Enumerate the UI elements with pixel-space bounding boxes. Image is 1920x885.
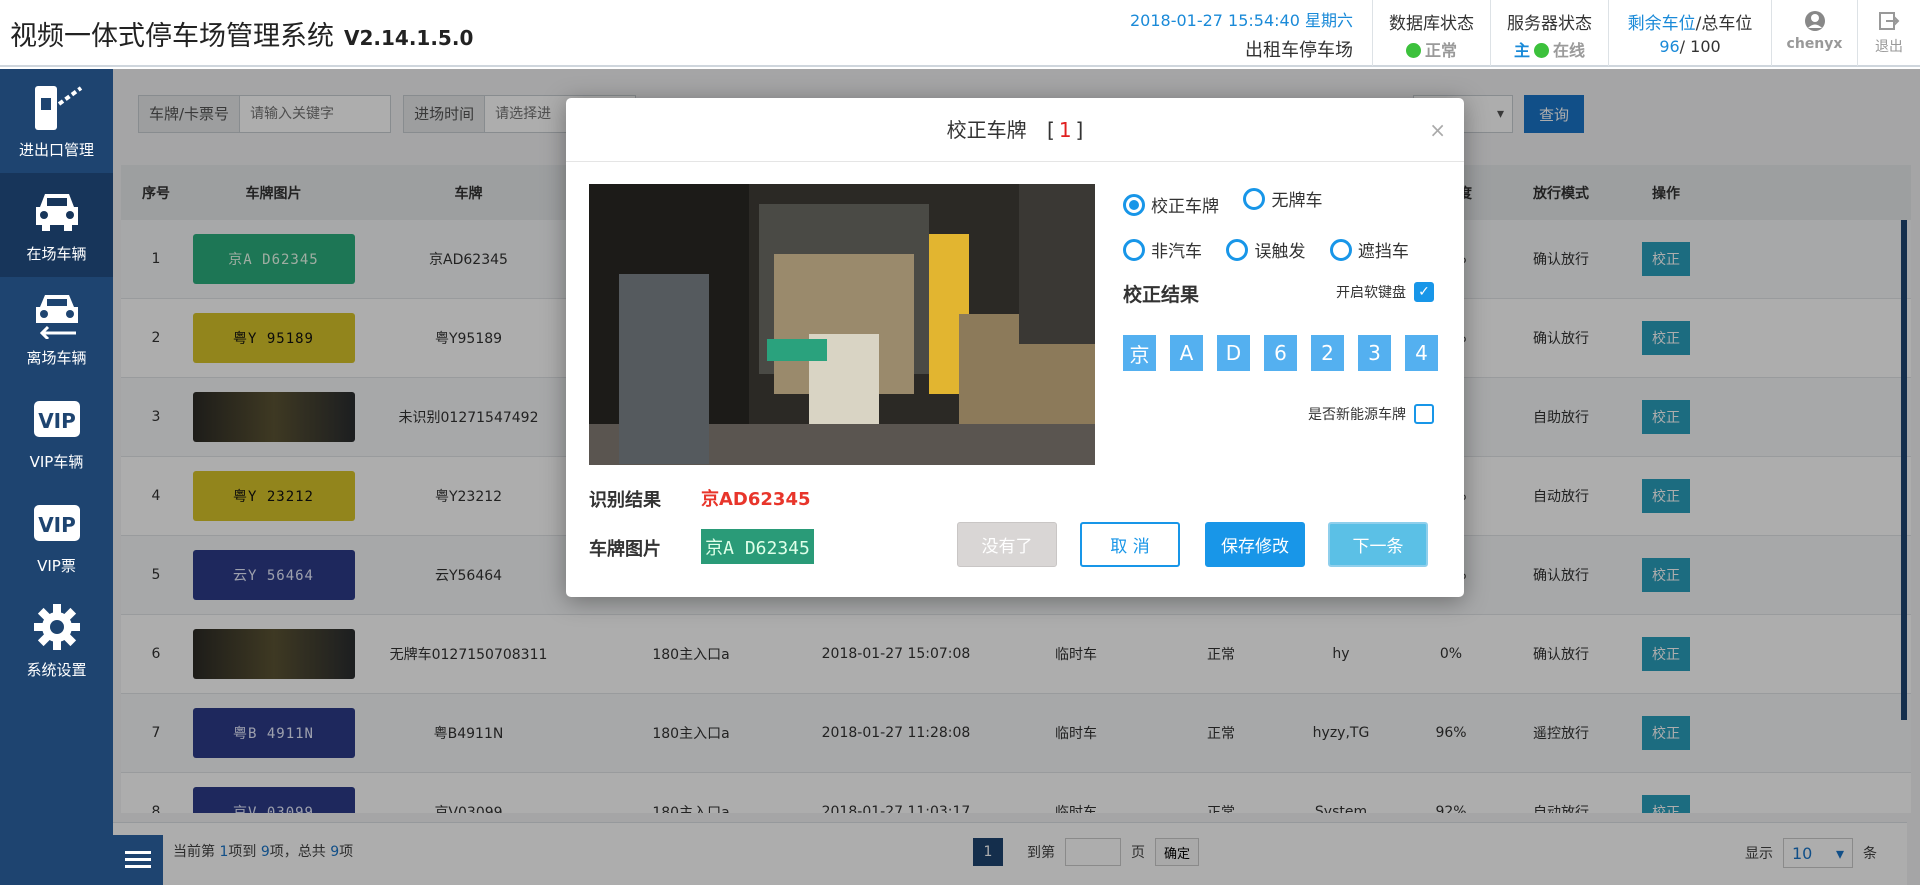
server-status: 服务器状态 主 在线 (1490, 0, 1608, 66)
logout-icon (1858, 10, 1920, 36)
db-status-dot-icon (1405, 43, 1421, 58)
checkbox-checked-icon[interactable]: ✓ (1414, 282, 1434, 302)
top-bar: 视频一体式停车场管理系统 V2.14.1.5.0 2018-01-27 15:54… (0, 0, 1920, 67)
soft-keyboard-label: 开启软键盘 (1336, 285, 1406, 301)
app-title: 视频一体式停车场管理系统 V2.14.1.5.0 (10, 14, 473, 53)
recognition-label: 识别结果 (589, 490, 661, 511)
plate-char-box[interactable]: 4 (1405, 335, 1438, 371)
new-energy-label: 是否新能源车牌 (1308, 407, 1406, 423)
cancel-button[interactable]: 取 消 (1080, 522, 1180, 567)
vip-icon: VIP (0, 393, 113, 445)
sidebar-item-departed-vehicles[interactable]: 离场车辆 (0, 277, 113, 381)
pending-count: 1 (1058, 118, 1072, 142)
plate-char-box[interactable]: 6 (1264, 335, 1297, 371)
dialog-header: 校正车牌 [1] × (566, 98, 1464, 162)
user-avatar-icon (1772, 10, 1857, 36)
spaces-total-label: /总车位 (1695, 14, 1753, 34)
server-status-value: 在线 (1553, 41, 1586, 60)
plate-image-label: 车牌图片 (589, 539, 661, 560)
next-record-button[interactable]: 下一条 (1328, 522, 1428, 567)
option-no-plate[interactable]: 无牌车 (1243, 186, 1322, 211)
hamburger-menu-icon (125, 851, 151, 868)
option-label: 非汽车 (1151, 242, 1202, 262)
plate-crop-image: 京A D62345 (701, 529, 814, 564)
radio-icon (1329, 238, 1352, 261)
correction-options: 校正车牌 无牌车 非汽车 误触发 遮挡车 (1123, 186, 1443, 282)
option-non-vehicle[interactable]: 非汽车 (1123, 237, 1202, 262)
plate-char-box[interactable]: 3 (1358, 335, 1391, 371)
db-status: 数据库状态 正常 (1372, 0, 1490, 66)
sidebar: 进出口管理 在场车辆 离场车辆 VIP VIP车辆 VIP VIP票 系统设置 (0, 69, 113, 885)
logout-label: 退出 (1875, 39, 1903, 55)
sidebar-item-system-settings[interactable]: 系统设置 (0, 589, 113, 693)
sidebar-item-vip-vehicles[interactable]: VIP VIP车辆 (0, 381, 113, 485)
gate-barrier-icon (0, 81, 113, 133)
current-datetime: 2018-01-27 15:54:40 星期六 (1129, 11, 1353, 30)
svg-text:VIP: VIP (38, 409, 76, 433)
plate-char-box[interactable]: D (1217, 335, 1250, 371)
car-icon (0, 185, 113, 237)
bracket-close: ] (1075, 118, 1084, 142)
sidebar-item-label: 在场车辆 (26, 245, 87, 263)
option-label: 误触发 (1254, 242, 1306, 262)
no-more-button[interactable]: 没有了 (957, 522, 1057, 567)
app-version: V2.14.1.5.0 (344, 26, 474, 50)
server-status-dot-icon (1534, 43, 1549, 58)
checkbox-icon[interactable] (1414, 404, 1434, 424)
menu-toggle-button[interactable] (113, 835, 163, 885)
spaces-total-value: / 100 (1679, 37, 1721, 56)
sidebar-item-gate-management[interactable]: 进出口管理 (0, 69, 113, 173)
parking-lot-name: 出租车停车场 (1245, 40, 1353, 61)
db-status-label: 数据库状态 (1389, 14, 1474, 34)
option-false-trigger[interactable]: 误触发 (1226, 237, 1305, 262)
plate-char-box[interactable]: A (1170, 335, 1203, 371)
new-energy-toggle[interactable]: 是否新能源车牌 (1308, 404, 1434, 424)
radio-icon (1123, 238, 1145, 261)
close-icon[interactable]: × (1429, 98, 1446, 162)
app-title-text: 视频一体式停车场管理系统 (10, 21, 334, 52)
correction-result-title: 校正结果 (1123, 284, 1200, 306)
vip-ticket-icon: VIP (0, 497, 113, 549)
correct-plate-dialog: 校正车牌 [1] × 校正车牌 无牌车 非汽车 误触发 遮挡车 校正结果 开启软… (566, 98, 1464, 597)
server-role: 主 (1513, 41, 1530, 60)
recognition-value: 京AD62345 (701, 489, 811, 510)
option-blocked-vehicle[interactable]: 遮挡车 (1329, 237, 1409, 262)
plate-char-box[interactable]: 2 (1311, 335, 1344, 371)
bracket-open: [ (1047, 118, 1055, 142)
plate-characters: 京AD6234 (1123, 335, 1438, 371)
option-label: 校正车牌 (1151, 197, 1219, 217)
sidebar-item-label: 进出口管理 (18, 141, 94, 159)
radio-selected-icon (1123, 193, 1145, 216)
spaces-remaining-value: 96 (1659, 37, 1680, 56)
sidebar-item-vip-ticket[interactable]: VIP VIP票 (0, 485, 113, 589)
logout-button[interactable]: 退出 (1857, 0, 1920, 66)
sidebar-item-label: VIP车辆 (29, 453, 84, 471)
user-menu[interactable]: chenyx (1771, 0, 1857, 66)
db-status-value: 正常 (1424, 41, 1457, 60)
svg-text:VIP: VIP (38, 513, 76, 537)
plate-char-box[interactable]: 京 (1123, 335, 1156, 371)
spaces-remaining-label: 剩余车位 (1627, 14, 1696, 34)
car-leave-icon (0, 289, 113, 341)
option-label: 遮挡车 (1357, 242, 1409, 262)
parking-spaces: 剩余车位/总车位 96/ 100 (1608, 0, 1771, 66)
sidebar-item-label: 离场车辆 (26, 349, 87, 367)
username: chenyx (1786, 36, 1843, 52)
option-correct-plate[interactable]: 校正车牌 (1123, 192, 1219, 217)
sidebar-item-label: 系统设置 (26, 661, 87, 679)
sidebar-item-label: VIP票 (37, 557, 76, 575)
save-changes-button[interactable]: 保存修改 (1205, 522, 1305, 567)
soft-keyboard-toggle[interactable]: 开启软键盘 ✓ (1336, 282, 1434, 302)
radio-icon (1243, 187, 1266, 210)
server-status-label: 服务器状态 (1507, 14, 1592, 34)
dialog-title: 校正车牌 (946, 118, 1027, 142)
gear-icon (0, 601, 113, 653)
option-label: 无牌车 (1271, 191, 1323, 211)
vehicle-snapshot-image (589, 184, 1095, 465)
sidebar-item-vehicles-in-lot[interactable]: 在场车辆 (0, 173, 113, 277)
radio-icon (1226, 238, 1249, 261)
